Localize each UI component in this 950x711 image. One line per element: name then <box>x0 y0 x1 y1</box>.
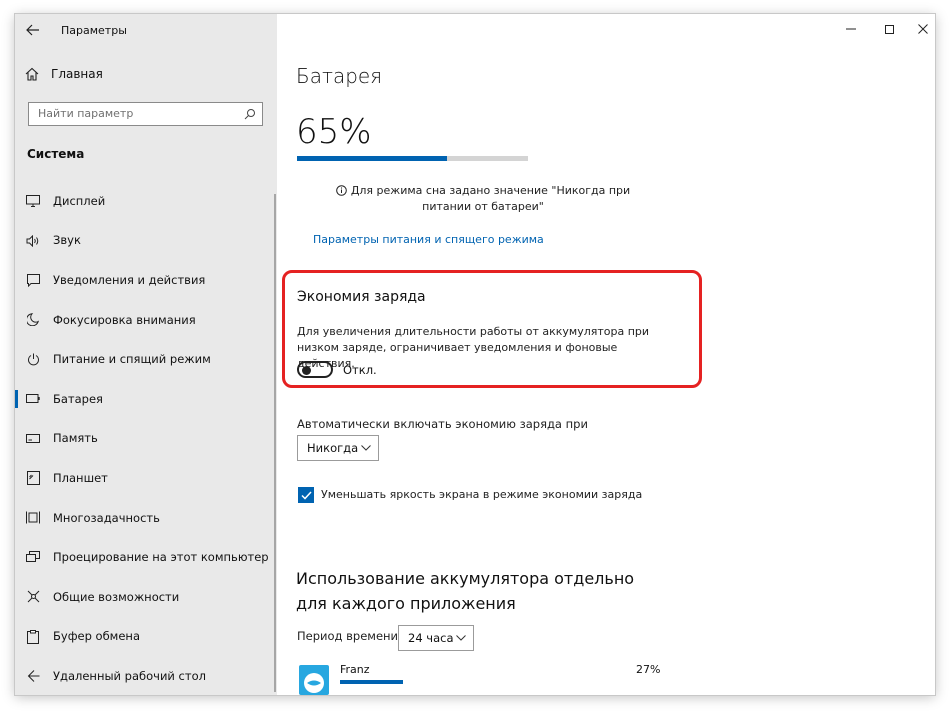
search-input[interactable]: Найти параметр <box>28 102 263 126</box>
sidebar-item-label: Общие возможности <box>53 589 180 604</box>
moon-icon <box>25 312 41 328</box>
sidebar-item-projection[interactable]: Проецирование на этот компьютер <box>15 537 275 577</box>
sidebar-item-tablet[interactable]: Планшет <box>15 458 275 498</box>
sidebar-item-label: Фокусировка внимания <box>53 312 196 327</box>
page-title: Батарея <box>296 64 383 88</box>
battery-saver-title: Экономия заряда <box>297 289 426 305</box>
app-usage-name[interactable]: Franz <box>340 663 370 676</box>
time-period-select[interactable]: 24 часа <box>398 625 474 651</box>
back-button[interactable] <box>23 20 43 40</box>
minimize-icon <box>846 28 856 30</box>
maximize-icon <box>884 24 894 34</box>
sidebar-item-shared-experiences[interactable]: Общие возможности <box>15 577 275 617</box>
info-text: Для режима сна задано значение "Никогда … <box>350 184 631 213</box>
close-icon <box>918 24 928 34</box>
maximize-button[interactable] <box>878 20 900 38</box>
app-usage-bar <box>340 680 403 684</box>
search-placeholder: Найти параметр <box>38 107 134 120</box>
auto-saver-label: Автоматически включать экономию заряда п… <box>297 417 588 431</box>
franz-app-icon <box>299 665 329 695</box>
main-content: Батарея 65% Для режима сна задано значен… <box>277 14 935 695</box>
sidebar-item-focus-assist[interactable]: Фокусировка внимания <box>15 300 275 340</box>
sidebar-scrollbar[interactable] <box>274 194 276 692</box>
sidebar-item-battery[interactable]: Батарея <box>15 379 275 419</box>
sidebar-item-label: Планшет <box>53 470 108 485</box>
sidebar-item-sound[interactable]: Звук <box>15 221 275 261</box>
power-icon <box>25 351 41 367</box>
tablet-icon <box>25 470 41 486</box>
back-arrow-icon <box>26 24 39 36</box>
sidebar-item-notifications[interactable]: Уведомления и действия <box>15 260 275 300</box>
settings-window: Параметры Главная Найти параметр Система… <box>15 14 935 695</box>
sidebar-item-remote-desktop[interactable]: Удаленный рабочий стол <box>15 656 275 695</box>
sidebar-item-label: Буфер обмена <box>53 629 141 644</box>
remote-desktop-icon <box>25 668 41 684</box>
power-sleep-settings-link[interactable]: Параметры питания и спящего режима <box>313 233 544 246</box>
sidebar-item-storage[interactable]: Память <box>15 419 275 459</box>
sidebar-item-clipboard[interactable]: Буфер обмена <box>15 617 275 657</box>
sidebar-item-multitasking[interactable]: Многозадачность <box>15 498 275 538</box>
sleep-info-message: Для режима сна задано значение "Никогда … <box>313 183 653 215</box>
sidebar-item-label: Проецирование на этот компьютер <box>53 550 269 565</box>
storage-icon <box>25 431 41 447</box>
notification-icon <box>25 272 41 288</box>
app-usage-heading: Использование аккумулятора отдельно для … <box>296 569 635 613</box>
sidebar-item-label: Питание и спящий режим <box>53 352 211 367</box>
sidebar-item-label: Дисплей <box>53 193 106 208</box>
select-value: Никогда <box>307 441 359 455</box>
section-heading: Система <box>27 147 85 161</box>
sidebar: Параметры Главная Найти параметр Система… <box>15 14 277 695</box>
battery-level-fill <box>297 156 448 161</box>
reduce-brightness-checkbox[interactable] <box>298 487 314 503</box>
home-icon <box>25 67 39 81</box>
projection-icon <box>25 549 41 565</box>
sidebar-item-label: Многозадачность <box>53 510 160 525</box>
battery-level-bar <box>297 156 528 161</box>
app-title: Параметры <box>61 24 127 37</box>
shared-experiences-icon <box>25 589 41 605</box>
display-icon <box>25 193 41 209</box>
minimize-button[interactable] <box>840 20 862 38</box>
sidebar-item-display[interactable]: Дисплей <box>15 181 275 221</box>
info-icon <box>336 185 347 196</box>
sidebar-item-label: Звук <box>53 233 81 248</box>
sidebar-item-label: Память <box>53 431 98 446</box>
battery-saver-toggle-label: Откл. <box>343 363 377 377</box>
chevron-down-icon <box>456 635 466 641</box>
multitasking-icon <box>25 510 41 526</box>
chevron-down-icon <box>361 445 371 451</box>
select-value: 24 часа <box>408 631 454 645</box>
battery-saver-toggle[interactable] <box>297 361 333 378</box>
search-icon <box>244 109 255 120</box>
battery-percentage: 65% <box>296 112 372 152</box>
battery-icon <box>25 391 41 407</box>
toggle-knob <box>302 365 311 375</box>
auto-saver-threshold-select[interactable]: Никогда <box>297 435 379 461</box>
time-period-label: Период времени: <box>297 629 402 643</box>
reduce-brightness-label: Уменьшать яркость экрана в режиме эконом… <box>321 488 643 501</box>
title-bar: Параметры <box>15 14 277 46</box>
sidebar-item-label: Удаленный рабочий стол <box>53 668 206 683</box>
app-usage-percent: 27% <box>636 663 661 676</box>
sidebar-item-power-sleep[interactable]: Питание и спящий режим <box>15 339 275 379</box>
checkmark-icon <box>300 490 312 500</box>
speaker-icon <box>25 233 41 249</box>
home-nav-item[interactable]: Главная <box>25 67 103 81</box>
nav-list: Дисплей Звук Уведомления и действия Фоку… <box>15 181 275 695</box>
home-label: Главная <box>51 67 103 81</box>
sidebar-item-label: Уведомления и действия <box>53 272 206 287</box>
clipboard-icon <box>25 629 41 645</box>
close-button[interactable] <box>912 20 934 38</box>
sidebar-item-label: Батарея <box>53 391 103 406</box>
